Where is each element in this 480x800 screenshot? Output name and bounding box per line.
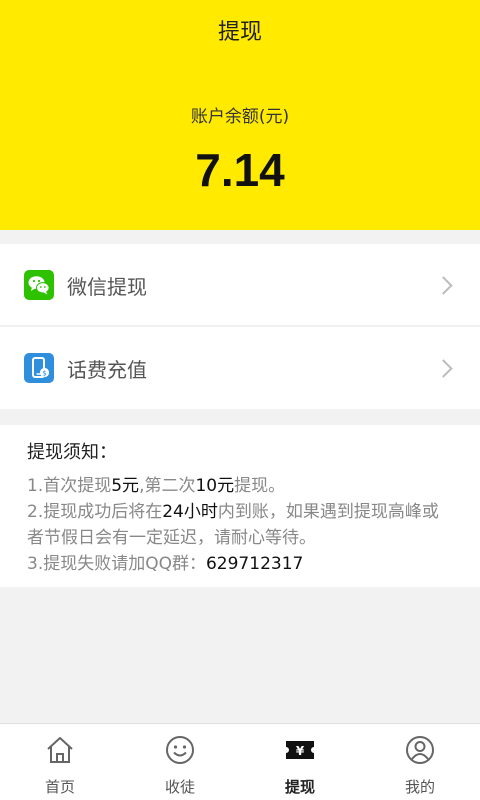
wechat-withdraw-label: 微信提现 [67, 274, 147, 299]
tab-label: 我的 [404, 778, 435, 796]
chevron-right-icon [434, 275, 453, 295]
wechat-icon [24, 270, 54, 300]
wechat-withdraw-row[interactable]: 微信提现 [0, 244, 480, 326]
notice-text: 3.提现失败请加QQ群： [27, 554, 206, 574]
tab-label: 首页 [44, 778, 75, 796]
notice-line-3: 3.提现失败请加QQ群：629712317 [27, 551, 453, 577]
notice-line-1: 1.首次提现5元,第二次10元提现。 [27, 473, 453, 499]
qq-group-number: 629712317 [205, 554, 304, 574]
tab-mine[interactable]: 我的 [360, 724, 480, 800]
svg-text:$: $ [42, 369, 46, 377]
withdraw-notice: 提现须知： 1.首次提现5元,第二次10元提现。 2.提现成功后将在24小时内到… [0, 425, 480, 587]
phone-recharge-icon: $ [24, 353, 54, 383]
page-title: 提现 [217, 20, 262, 45]
balance-value: 7.14 [195, 144, 285, 196]
tab-label: 提现 [284, 778, 315, 796]
tab-apprentice[interactable]: 收徒 [120, 724, 240, 800]
tab-withdraw[interactable]: ¥ 提现 [240, 724, 360, 800]
notice-title: 提现须知： [27, 442, 117, 463]
balance-label: 账户余额(元) [190, 107, 290, 127]
notice-highlight: 10元 [195, 476, 235, 496]
tab-home[interactable]: 首页 [0, 724, 120, 800]
svg-text:¥: ¥ [296, 744, 305, 758]
notice-line-2: 2.提现成功后将在24小时内到账，如果遇到提现高峰或者节假日会有一定延迟，请耐心… [27, 499, 453, 551]
notice-text: 1.首次提现 [27, 476, 112, 496]
bottom-tab-bar: 首页 收徒 ¥ 提现 我的 [0, 723, 480, 800]
notice-highlight: 5元 [111, 476, 140, 496]
home-icon [44, 734, 76, 766]
ticket-yuan-icon: ¥ [284, 734, 316, 766]
notice-text: 2.提现成功后将在 [27, 502, 163, 522]
tab-label: 收徒 [164, 778, 195, 796]
phone-recharge-label: 话费充值 [67, 357, 147, 382]
user-icon [404, 734, 436, 766]
balance-header: 提现 账户余额(元) 7.14 [0, 0, 480, 230]
smile-icon [164, 734, 196, 766]
phone-recharge-row[interactable]: $ 话费充值 [0, 327, 480, 409]
notice-text: 提现。 [234, 476, 286, 496]
notice-text: ,第二次 [139, 476, 196, 496]
notice-highlight: 24小时 [162, 502, 218, 522]
chevron-right-icon [434, 358, 453, 378]
